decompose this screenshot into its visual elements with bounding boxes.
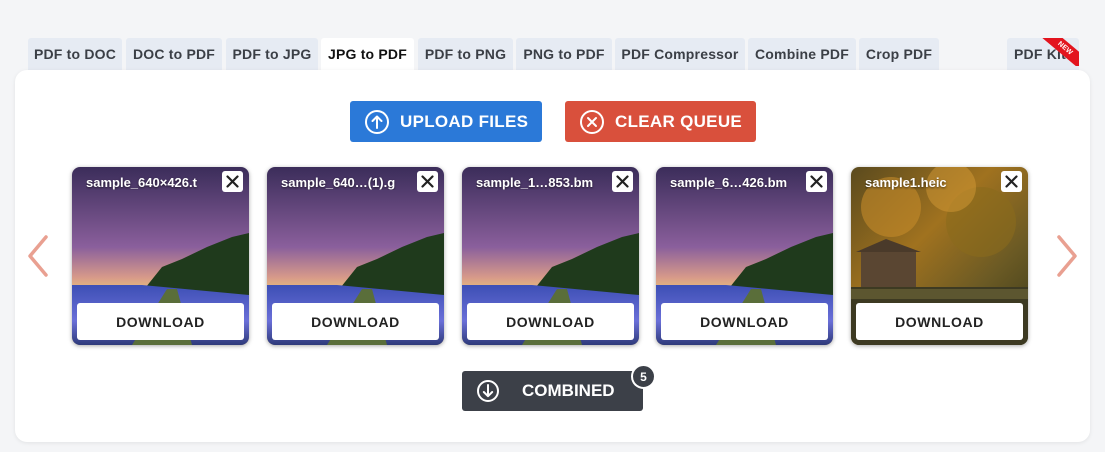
file-name: sample_1…853.bm	[476, 175, 594, 190]
file-card: sample_6…426.bm DOWNLOAD	[656, 167, 833, 345]
tab-doc-to-pdf[interactable]: DOC to PDF	[126, 38, 222, 70]
close-icon	[226, 175, 239, 188]
download-button[interactable]: DOWNLOAD	[856, 303, 1023, 340]
close-icon	[810, 175, 823, 188]
x-circle-icon	[580, 109, 604, 134]
clear-queue-button[interactable]: CLEAR QUEUE	[565, 101, 756, 142]
remove-file-button[interactable]	[806, 171, 827, 192]
tab-png-to-pdf[interactable]: PNG to PDF	[516, 38, 612, 70]
remove-file-button[interactable]	[417, 171, 438, 192]
close-icon	[421, 175, 434, 188]
file-name: sample_640…(1).g	[281, 175, 396, 190]
combined-download-button[interactable]: COMBINED	[462, 371, 643, 411]
converter-panel: UPLOAD FILES CLEAR QUEUE sample_640×426.…	[15, 70, 1090, 442]
new-ribbon: NEW	[1041, 38, 1079, 66]
tab-combine-pdf[interactable]: Combine PDF	[748, 38, 856, 70]
file-card: sample1.heic DOWNLOAD	[851, 167, 1028, 345]
upload-files-button[interactable]: UPLOAD FILES	[350, 101, 542, 142]
arrow-down-circle-icon	[477, 380, 499, 402]
file-name: sample_6…426.bm	[670, 175, 788, 190]
download-button[interactable]: DOWNLOAD	[661, 303, 828, 340]
file-name: sample1.heic	[865, 175, 947, 190]
chevron-left-icon[interactable]	[26, 234, 50, 278]
tab-pdf-to-png[interactable]: PDF to PNG	[418, 38, 513, 70]
download-button[interactable]: DOWNLOAD	[272, 303, 439, 340]
chevron-right-icon[interactable]	[1055, 234, 1079, 278]
new-ribbon-label: NEW	[1041, 38, 1079, 66]
tab-jpg-to-pdf[interactable]: JPG to PDF	[321, 38, 414, 70]
remove-file-button[interactable]	[612, 171, 633, 192]
combined-label: COMBINED	[522, 381, 615, 400]
download-button[interactable]: DOWNLOAD	[77, 303, 244, 340]
clear-queue-label: CLEAR QUEUE	[615, 111, 743, 131]
upload-files-label: UPLOAD FILES	[400, 111, 529, 131]
tool-tabs: PDF to DOC DOC to PDF PDF to JPG JPG to …	[28, 38, 1105, 70]
file-card: sample_1…853.bm DOWNLOAD	[462, 167, 639, 345]
tab-pdf-kit[interactable]: PDF Kit NEW	[1007, 38, 1079, 70]
remove-file-button[interactable]	[1001, 171, 1022, 192]
close-icon	[616, 175, 629, 188]
tab-pdf-to-doc[interactable]: PDF to DOC	[28, 38, 122, 70]
tab-pdf-compressor[interactable]: PDF Compressor	[615, 38, 745, 70]
tab-pdf-to-jpg[interactable]: PDF to JPG	[226, 38, 318, 70]
close-icon	[1005, 175, 1018, 188]
file-count-badge: 5	[631, 364, 656, 389]
file-card: sample_640×426.t DOWNLOAD	[72, 167, 249, 345]
file-name: sample_640×426.t	[86, 175, 197, 190]
file-card: sample_640…(1).g DOWNLOAD	[267, 167, 444, 345]
remove-file-button[interactable]	[222, 171, 243, 192]
tab-crop-pdf[interactable]: Crop PDF	[859, 38, 939, 70]
download-button[interactable]: DOWNLOAD	[467, 303, 634, 340]
arrow-up-circle-icon	[365, 109, 389, 134]
